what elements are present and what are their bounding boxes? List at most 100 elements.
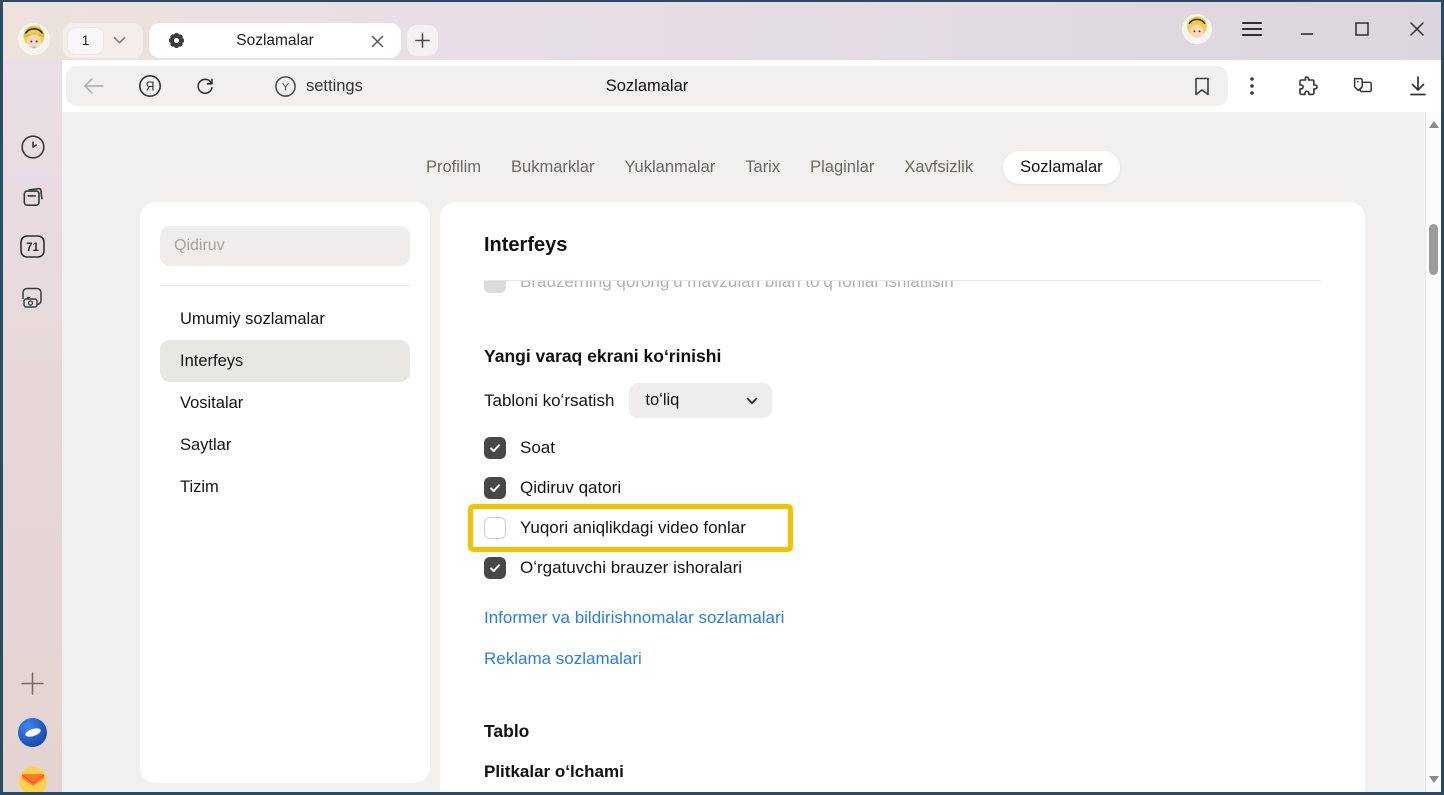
browser-sidebar: 71 [3, 60, 62, 792]
tab-bukmarklar[interactable]: Bukmarklar [511, 158, 594, 177]
close-window-button[interactable] [1402, 14, 1432, 44]
close-icon [1409, 21, 1425, 37]
display-mode-dropdown[interactable]: toʻliq [629, 383, 772, 418]
nav-item-interfeys[interactable]: Interfeys [160, 340, 410, 382]
display-setting-label: Tabloni koʻrsatish [484, 391, 614, 411]
gear-icon [167, 31, 186, 50]
checkbox-row-video-fonlar[interactable]: Yuqori aniqlikdagi video fonlar [484, 509, 746, 547]
tab-tarix[interactable]: Tarix [745, 158, 780, 177]
link-informer-settings[interactable]: Informer va bildirishnomalar sozlamalari [484, 608, 1321, 628]
browser-home-button[interactable] [3, 718, 62, 747]
tab-plaginlar[interactable]: Plaginlar [810, 158, 874, 177]
tab-yuklanmalar[interactable]: Yuklanmalar [624, 158, 715, 177]
settings-nav-card: Umumiy sozlamalar Interfeys Vositalar Sa… [140, 202, 430, 783]
checkbox-dark-theme[interactable] [484, 281, 506, 293]
maximize-button[interactable] [1347, 14, 1377, 44]
menu-button[interactable] [1237, 14, 1267, 44]
minimize-button[interactable] [1292, 14, 1322, 44]
dropdown-value: toʻliq [645, 391, 746, 410]
speed-dial-button[interactable]: 71 [3, 234, 62, 259]
tab-sozlamalar[interactable]: Sozlamalar [149, 23, 401, 58]
download-icon [1408, 75, 1428, 97]
mail-icon [18, 766, 48, 795]
checkbox-label: Soat [520, 438, 555, 458]
page-title: Sozlamalar [66, 66, 1228, 106]
tab-sozlamalar[interactable]: Sozlamalar [1003, 151, 1120, 184]
avatar-icon [18, 23, 50, 55]
nav-divider [160, 285, 410, 286]
tab-close-icon[interactable] [367, 31, 387, 51]
settings-main-card: Interfeys Brauzerning qorongʻu mavzulari… [440, 202, 1365, 792]
checkbox-qidiruv-qatori[interactable] [484, 477, 506, 499]
screenshot-button[interactable] [3, 284, 62, 310]
browser-window: 1 Sozlamalar [0, 0, 1444, 795]
checkbox-label: Qidiruv qatori [520, 478, 621, 498]
sidebar-add-button[interactable] [3, 671, 62, 696]
display-setting-row: Tabloni koʻrsatish toʻliq [484, 383, 1321, 418]
collections-button[interactable] [1350, 74, 1374, 98]
checkbox-label: Yuqori aniqlikdagi video fonlar [520, 518, 746, 538]
collections-icon [1350, 74, 1374, 98]
checkbox-row-brauzer-ishoralari[interactable]: Oʻrgatuvchi brauzer ishoralari [484, 548, 1321, 588]
newtab-section-heading: Yangi varaq ekrani koʻrinishi [484, 346, 1321, 367]
checkbox-video-fonlar[interactable] [484, 517, 506, 539]
nav-item-umumiy[interactable]: Umumiy sozlamalar [160, 298, 410, 340]
extensions-button[interactable] [1295, 74, 1319, 98]
hamburger-icon [1241, 21, 1263, 37]
settings-nav-list: Umumiy sozlamalar Interfeys Vositalar Sa… [160, 298, 410, 508]
tab-xavfsizlik[interactable]: Xavfsizlik [904, 158, 973, 177]
tab-group[interactable]: 1 [63, 23, 143, 58]
checkbox-list: Soat Qidiruv qatori Yuqori aniqlikdagi v… [484, 428, 1321, 588]
clock-icon [20, 134, 46, 160]
new-tab-button[interactable] [407, 25, 438, 56]
nav-item-tizim[interactable]: Tizim [160, 466, 410, 508]
plus-icon [415, 33, 430, 48]
section-title: Interfeys [484, 234, 1321, 257]
tab-title: Sozlamalar [149, 32, 401, 50]
plus-icon [20, 671, 45, 696]
nav-item-saytlar[interactable]: Saytlar [160, 424, 410, 466]
mail-button[interactable] [3, 766, 62, 795]
tab-count-chip[interactable]: 1 [67, 27, 104, 55]
tablo-heading: Tablo [484, 721, 1321, 742]
maximize-icon [1354, 21, 1370, 37]
checkbox-row-soat[interactable]: Soat [484, 428, 1321, 468]
chevron-down-icon[interactable] [113, 36, 126, 45]
yandex-browser-logo-icon [18, 718, 47, 747]
more-actions-button[interactable] [1240, 74, 1264, 98]
scroll-up-arrow-icon[interactable] [1429, 121, 1439, 128]
kebab-menu-icon [1250, 77, 1254, 95]
chevron-down-icon [746, 397, 758, 405]
checkbox-soat[interactable] [484, 437, 506, 459]
puzzle-icon [1295, 74, 1319, 98]
settings-page-tabs: Profilim Bukmarklar Yuklanmalar Tarix Pl… [426, 150, 1120, 184]
notes-button[interactable] [3, 184, 62, 210]
scroll-down-arrow-icon[interactable] [1429, 776, 1439, 783]
checkbox-row-qidiruv-qatori[interactable]: Qidiruv qatori [484, 468, 1321, 508]
checkbox-brauzer-ishoralari[interactable] [484, 557, 506, 579]
history-button[interactable] [3, 134, 62, 160]
nav-item-vositalar[interactable]: Vositalar [160, 382, 410, 424]
tab-bar: 1 Sozlamalar [3, 2, 1441, 60]
page-scrollbar[interactable] [1425, 112, 1441, 792]
link-reklama-settings[interactable]: Reklama sozlamalari [484, 649, 1321, 669]
svg-text:71: 71 [26, 242, 39, 254]
tile-size-heading: Plitkalar oʻlchami [484, 762, 1321, 782]
settings-search-input[interactable] [160, 226, 410, 266]
bookmark-button[interactable] [1190, 74, 1214, 98]
notes-icon [20, 184, 46, 210]
highlight-box: Yuqori aniqlikdagi video fonlar [468, 504, 793, 552]
tab-counter-icon: 71 [19, 234, 46, 259]
tab-count: 1 [82, 33, 90, 48]
address-bar[interactable]: Я Y settings Sozlamalar [66, 66, 1228, 106]
downloads-button[interactable] [1406, 74, 1430, 98]
page-content: Profilim Bukmarklar Yuklanmalar Tarix Pl… [62, 112, 1425, 792]
clipped-setting-label: Brauzerning qorongʻu mavzulari bilan toʻ… [520, 281, 954, 292]
tab-profilim[interactable]: Profilim [426, 158, 481, 177]
toolbar: Я Y settings Sozlamalar [62, 60, 1441, 112]
bookmark-flag-icon [1193, 76, 1211, 97]
screenshot-camera-icon [19, 284, 46, 310]
account-avatar[interactable] [1182, 14, 1212, 44]
scrollbar-thumb[interactable] [1429, 224, 1438, 275]
profile-avatar[interactable] [18, 23, 50, 55]
